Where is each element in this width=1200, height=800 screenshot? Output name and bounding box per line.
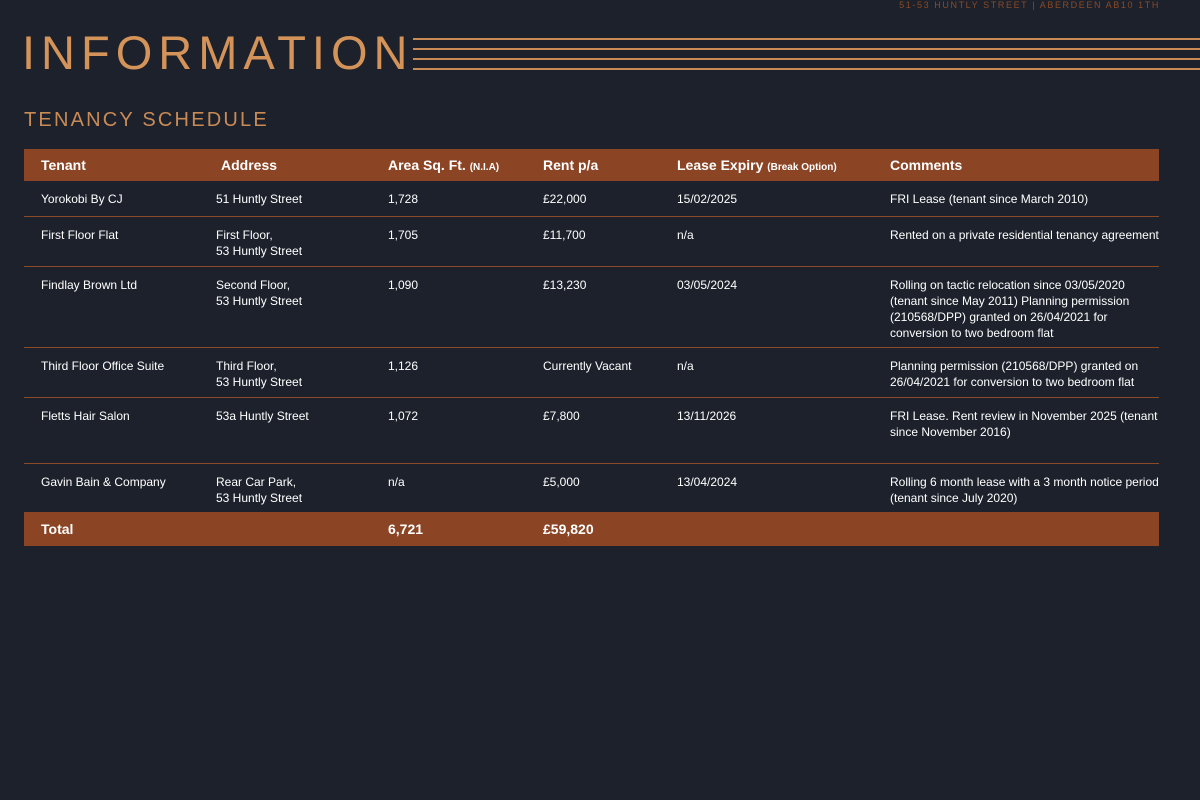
rent-cell: £5,000 xyxy=(543,475,580,489)
address-line: 53 Huntly Street xyxy=(216,244,303,258)
tenant-cell: Third Floor Office Suite xyxy=(41,359,165,373)
address-line: Rear Car Park, xyxy=(216,475,297,489)
tenant-cell: First Floor Flat xyxy=(41,228,119,242)
header-address: Address xyxy=(221,157,278,173)
address-line: Second Floor, xyxy=(216,278,291,292)
property-address: 51-53 HUNTLY STREET | ABERDEEN AB10 1TH xyxy=(899,0,1160,10)
header-area-note: (N.I.A) xyxy=(469,162,500,173)
address-cell: Rear Car Park, 53 Huntly Street xyxy=(216,464,388,512)
decor-line xyxy=(413,38,1200,40)
area-cell: 1,126 xyxy=(388,359,419,373)
address-line: 53 Huntly Street xyxy=(216,294,303,308)
header-expiry-note: (Break Option) xyxy=(767,162,837,173)
address-line: First Floor, xyxy=(216,228,273,242)
decor-line xyxy=(413,58,1200,60)
total-label: Total xyxy=(41,521,74,537)
expiry-cell: n/a xyxy=(677,228,694,242)
tenant-cell: Fletts Hair Salon xyxy=(41,409,130,423)
total-row: Total 6,721 £59,820 xyxy=(24,512,1159,546)
table-row: Yorokobi By CJ 51 Huntly Street 1,728 £2… xyxy=(24,181,1159,217)
table-row: First Floor Flat First Floor, 53 Huntly S… xyxy=(24,217,1159,267)
header-area: Area Sq. Ft. (N.I.A) xyxy=(388,157,543,173)
table-row: Findlay Brown Ltd Second Floor, 53 Huntly… xyxy=(24,267,1159,348)
expiry-cell: 13/11/2026 xyxy=(677,409,737,423)
address-cell: Second Floor, 53 Huntly Street xyxy=(216,267,388,347)
header-tenant: Tenant xyxy=(41,157,86,173)
tenancy-table: Tenant Address Area Sq. Ft. (N.I.A) Rent… xyxy=(24,149,1159,546)
table-row: Third Floor Office Suite Third Floor, 53 … xyxy=(24,348,1159,398)
rent-cell: £13,230 xyxy=(543,278,587,292)
address-cell: First Floor, 53 Huntly Street xyxy=(216,217,388,266)
total-rent: £59,820 xyxy=(543,521,594,537)
rent-cell: £7,800 xyxy=(543,409,580,423)
comments-cell: Rolling 6 month lease with a 3 month not… xyxy=(890,475,1159,505)
address-cell: Third Floor, 53 Huntly Street xyxy=(216,348,388,397)
section-title: TENANCY SCHEDULE xyxy=(24,109,269,131)
tenant-cell: Findlay Brown Ltd xyxy=(41,278,138,292)
header-expiry-label: Lease Expiry xyxy=(677,157,764,173)
rent-cell: Currently Vacant xyxy=(543,359,632,373)
total-area: 6,721 xyxy=(388,521,424,537)
comments-cell: FRI Lease. Rent review in November 2025 … xyxy=(890,409,1158,439)
expiry-cell: 13/04/2024 xyxy=(677,475,738,489)
brochure-page: 51-53 HUNTLY STREET | ABERDEEN AB10 1TH … xyxy=(0,0,1200,800)
tenant-cell: Gavin Bain & Company xyxy=(41,475,166,489)
address-line: Third Floor, xyxy=(216,359,277,373)
address-line: 53 Huntly Street xyxy=(216,375,303,389)
decor-line xyxy=(413,68,1200,70)
area-cell: 1,072 xyxy=(388,409,419,423)
area-cell: 1,728 xyxy=(388,192,419,206)
address-line: 51 Huntly Street xyxy=(216,192,303,206)
table-row: Fletts Hair Salon 53a Huntly Street 1,07… xyxy=(24,398,1159,464)
tenant-cell: Yorokobi By CJ xyxy=(41,192,123,206)
table-row: Gavin Bain & Company Rear Car Park, 53 Hu… xyxy=(24,464,1159,512)
header-area-label: Area Sq. Ft. xyxy=(388,157,466,173)
expiry-cell: 03/05/2024 xyxy=(677,278,738,292)
address-line: 53a Huntly Street xyxy=(216,409,309,423)
area-cell: n/a xyxy=(388,475,405,489)
address-line: 53 Huntly Street xyxy=(216,491,303,505)
table-header: Tenant Address Area Sq. Ft. (N.I.A) Rent… xyxy=(24,149,1159,181)
decor-line xyxy=(413,48,1200,50)
header-expiry: Lease Expiry (Break Option) xyxy=(677,157,890,173)
title-decoration xyxy=(413,38,1200,78)
address-cell: 51 Huntly Street xyxy=(216,181,388,216)
area-cell: 1,090 xyxy=(388,278,419,292)
comments-cell: Rolling on tactic relocation since 03/05… xyxy=(890,278,1130,340)
comments-cell: Planning permission (210568/DPP) granted… xyxy=(890,359,1139,389)
rent-cell: £11,700 xyxy=(543,228,586,242)
rent-cell: £22,000 xyxy=(543,192,587,206)
expiry-cell: n/a xyxy=(677,359,694,373)
page-title: INFORMATION xyxy=(22,26,414,79)
header-rent: Rent p/a xyxy=(543,157,599,173)
area-cell: 1,705 xyxy=(388,228,419,242)
expiry-cell: 15/02/2025 xyxy=(677,192,738,206)
address-cell: 53a Huntly Street xyxy=(216,398,388,463)
comments-cell: Rented on a private residential tenancy … xyxy=(890,228,1159,242)
header-comments: Comments xyxy=(890,157,963,173)
comments-cell: FRI Lease (tenant since March 2010) xyxy=(890,192,1089,206)
